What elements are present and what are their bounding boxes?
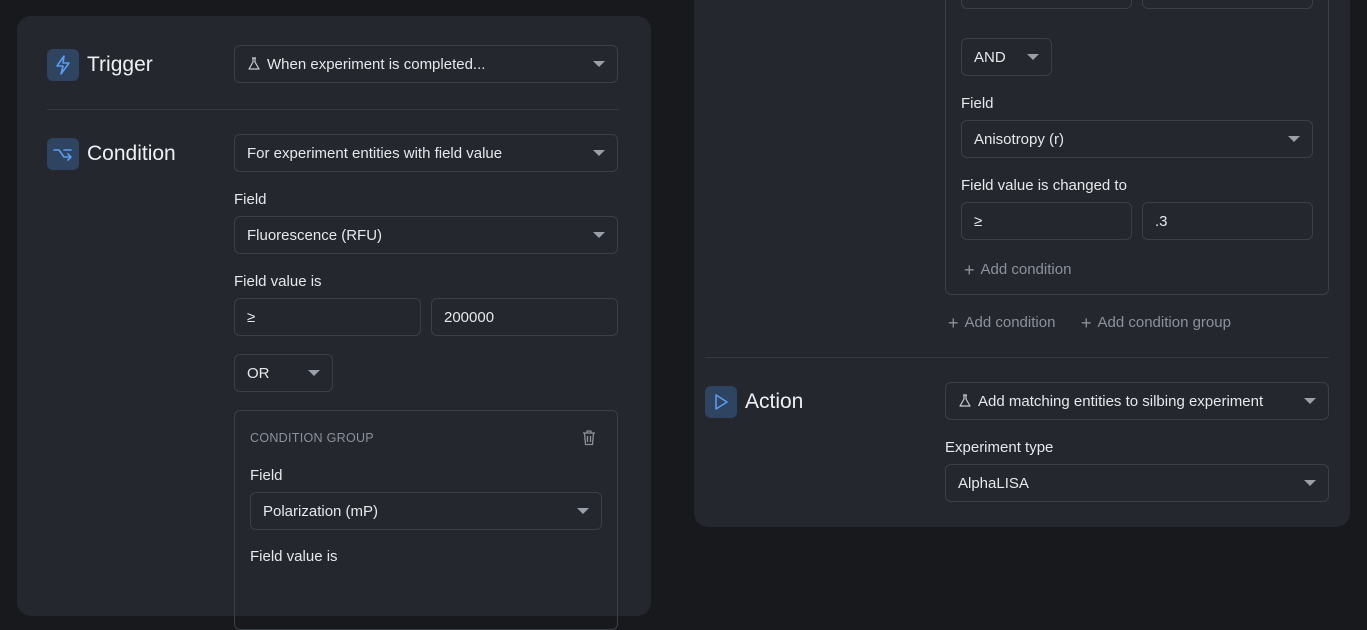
experiment-type-label: Experiment type	[945, 439, 1054, 456]
chevron-down-icon	[1027, 54, 1039, 60]
branch-icon	[47, 138, 79, 170]
lightning-icon	[47, 49, 79, 81]
plus-icon: +	[948, 312, 959, 333]
threshold-value: .3	[1155, 212, 1168, 230]
action-select-value: Add matching entities to silbing experim…	[978, 392, 1264, 410]
plus-icon: +	[1081, 312, 1092, 333]
threshold-input[interactable]: 200000	[431, 298, 618, 336]
chevron-down-icon	[593, 232, 605, 238]
field-label: Field	[961, 95, 994, 112]
trash-icon[interactable]	[581, 429, 597, 451]
logic-value: OR	[247, 364, 270, 382]
chevron-down-icon	[308, 370, 320, 376]
action-select[interactable]: Add matching entities to silbing experim…	[945, 382, 1329, 420]
condition-select-value: For experiment entities with field value	[247, 144, 503, 162]
condition-group: CONDITION GROUP Field Polarization (mP) …	[234, 410, 618, 630]
logic-select[interactable]: OR	[234, 354, 333, 392]
chevron-down-icon	[593, 61, 605, 67]
experiment-type-value: AlphaLISA	[958, 474, 1029, 492]
play-icon	[705, 386, 737, 418]
group-field-select[interactable]: Polarization (mP)	[250, 492, 602, 530]
top-operator-select[interactable]: ≥	[961, 0, 1132, 9]
field-select[interactable]: Anisotropy (r)	[961, 120, 1313, 158]
condition-title: Condition	[87, 142, 176, 165]
add-condition-label: Add condition	[964, 314, 1056, 331]
action-title: Action	[745, 390, 804, 413]
group-field-value: Polarization (mP)	[263, 502, 379, 520]
threshold-value: 200000	[444, 308, 495, 326]
condition-select[interactable]: For experiment entities with field value	[234, 134, 618, 172]
field-value-is-label: Field value is	[234, 273, 322, 290]
condition-group: ≥ 300 AND Field Anisotropy (r) Field val…	[945, 0, 1329, 295]
operator-select[interactable]: ≥	[961, 202, 1132, 240]
field-select-value: Anisotropy (r)	[974, 130, 1065, 148]
chevron-down-icon	[577, 508, 589, 514]
trigger-title: Trigger	[87, 53, 153, 76]
field-select-value: Fluorescence (RFU)	[247, 226, 383, 244]
logic-select[interactable]: AND	[961, 38, 1052, 76]
add-condition-group-button[interactable]: + Add condition group	[1081, 312, 1231, 333]
threshold-input[interactable]: .3	[1142, 202, 1313, 240]
divider	[705, 357, 1329, 358]
group-field-label: Field	[250, 467, 283, 484]
operator-value: ≥	[974, 212, 983, 230]
trigger-select[interactable]: When experiment is completed...	[234, 45, 618, 83]
changed-to-label: Field value is changed to	[961, 177, 1127, 194]
plus-icon: +	[964, 259, 975, 280]
operator-value: ≥	[247, 308, 256, 326]
add-condition-button[interactable]: + Add condition	[948, 312, 1056, 333]
chevron-down-icon	[1288, 136, 1300, 142]
trigger-condition-panel: Trigger When experiment is completed... …	[17, 16, 651, 630]
condition-group-heading: CONDITION GROUP	[250, 431, 374, 445]
add-condition-inner-button[interactable]: + Add condition	[964, 259, 1072, 280]
add-condition-inner-label: Add condition	[980, 261, 1072, 278]
chevron-down-icon	[1304, 480, 1316, 486]
flask-icon	[958, 394, 972, 408]
chevron-down-icon	[1304, 398, 1316, 404]
field-select[interactable]: Fluorescence (RFU)	[234, 216, 618, 254]
flask-icon	[247, 57, 261, 71]
group-field-value-is-label: Field value is	[250, 548, 338, 565]
operator-select[interactable]: ≥	[234, 298, 421, 336]
field-label: Field	[234, 191, 267, 208]
divider	[47, 109, 619, 110]
trigger-select-value: When experiment is completed...	[267, 55, 486, 73]
group-action-panel: ≥ 300 AND Field Anisotropy (r) Field val…	[694, 0, 1350, 527]
experiment-type-select[interactable]: AlphaLISA	[945, 464, 1329, 502]
add-condition-group-label: Add condition group	[1097, 314, 1231, 331]
logic-value: AND	[974, 48, 1006, 66]
chevron-down-icon	[593, 150, 605, 156]
top-threshold-input[interactable]: 300	[1142, 0, 1313, 9]
